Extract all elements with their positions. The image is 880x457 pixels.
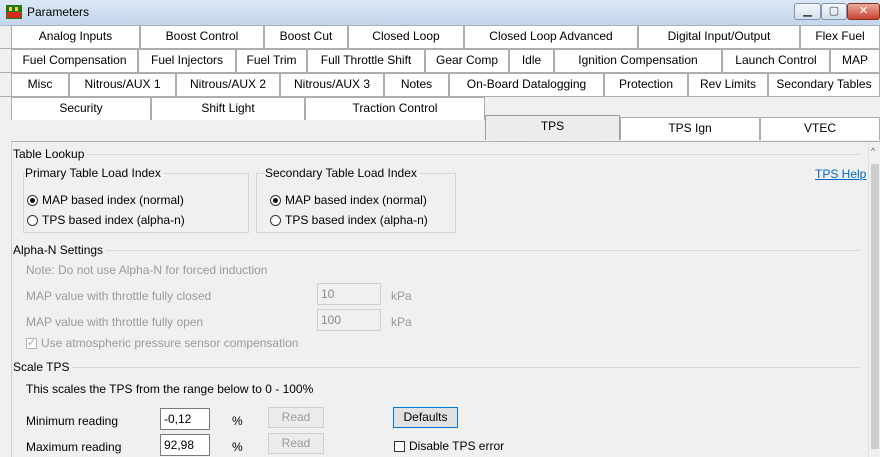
tab-boost-cut[interactable]: Boost Cut (264, 25, 348, 48)
radio-unselected-icon (27, 214, 38, 226)
secondary-load-index-title: Secondary Table Load Index (265, 166, 420, 180)
max-reading-input[interactable]: 92,98 (160, 434, 210, 456)
map-open-unit: kPa (391, 315, 412, 329)
checkbox-checked-icon (26, 336, 37, 349)
parameters-window: Parameters ▁ ▢ ✕ Analog Inputs Boost Con… (0, 0, 880, 457)
alpha-n-title: Alpha-N Settings (13, 243, 107, 257)
window-title: Parameters (27, 5, 90, 19)
tab-row-3: Misc Nitrous/AUX 1 Nitrous/AUX 2 Nitrous… (0, 73, 880, 97)
minimize-button[interactable]: ▁ (794, 3, 821, 20)
scrollbar-thumb[interactable] (871, 164, 879, 449)
scale-tps-description: This scales the TPS from the range below… (26, 382, 314, 396)
tab-closed-loop-advanced[interactable]: Closed Loop Advanced (464, 25, 638, 48)
tab-shift-light[interactable]: Shift Light (151, 97, 305, 120)
min-reading-input[interactable]: -0,12 (160, 408, 210, 430)
tab-security[interactable]: Security (11, 97, 151, 120)
scale-tps-separator (12, 367, 860, 368)
table-lookup-title: Table Lookup (13, 147, 88, 161)
tab-traction-control[interactable]: Traction Control (305, 97, 485, 120)
tab-analog-inputs[interactable]: Analog Inputs (11, 25, 140, 48)
close-icon: ✕ (858, 5, 869, 17)
tab-full-throttle-shift[interactable]: Full Throttle Shift (307, 49, 425, 72)
tab-flex-fuel[interactable]: Flex Fuel (800, 25, 880, 48)
maximize-icon: ▢ (828, 5, 840, 17)
secondary-map-radio[interactable]: MAP based index (normal) (270, 193, 427, 207)
checkbox-unchecked-icon (394, 440, 405, 452)
map-open-input[interactable]: 100 (317, 309, 381, 331)
tab-launch-control[interactable]: Launch Control (722, 49, 830, 72)
tab-nitrous-aux-3[interactable]: Nitrous/AUX 3 (280, 73, 384, 96)
max-reading-unit: % (232, 440, 243, 454)
tab-ignition-compensation[interactable]: Ignition Compensation (554, 49, 722, 72)
tab-row-4: Security Shift Light Traction Control TP… (0, 97, 880, 141)
vertical-scrollbar[interactable]: ^ (868, 142, 880, 457)
minimize-icon: ▁ (803, 5, 812, 17)
tab-secondary-tables[interactable]: Secondary Tables (768, 73, 880, 96)
tps-help-link[interactable]: TPS Help (815, 167, 866, 181)
tab-row-1: Analog Inputs Boost Control Boost Cut Cl… (0, 25, 880, 49)
radio-selected-icon (270, 194, 281, 206)
tps-settings-panel: Table Lookup TPS Help Primary Table Load… (11, 142, 870, 457)
radio-selected-icon (27, 194, 38, 206)
read-max-button[interactable]: Read (268, 433, 324, 454)
tab-map[interactable]: MAP (830, 49, 880, 72)
alpha-n-separator (12, 250, 860, 251)
tab-on-board-datalogging[interactable]: On-Board Datalogging (449, 73, 604, 96)
tab-boost-control[interactable]: Boost Control (140, 25, 264, 48)
map-closed-unit: kPa (391, 289, 412, 303)
secondary-tps-radio[interactable]: TPS based index (alpha-n) (270, 213, 428, 227)
atm-compensation-checkbox[interactable]: Use atmospheric pressure sensor compensa… (26, 336, 298, 350)
tab-protection[interactable]: Protection (604, 73, 688, 96)
map-open-label: MAP value with throttle fully open (26, 315, 204, 329)
primary-load-index-title: Primary Table Load Index (25, 166, 164, 180)
primary-map-label: MAP based index (normal) (42, 193, 184, 207)
tab-gear-comp[interactable]: Gear Comp (425, 49, 509, 72)
maximize-button[interactable]: ▢ (821, 3, 847, 20)
map-closed-label: MAP value with throttle fully closed (26, 289, 212, 303)
read-min-button[interactable]: Read (268, 407, 324, 428)
tab-notes[interactable]: Notes (384, 73, 449, 96)
tab-nitrous-aux-2[interactable]: Nitrous/AUX 2 (176, 73, 280, 96)
primary-tps-label: TPS based index (alpha-n) (42, 213, 185, 227)
tab-tps[interactable]: TPS (485, 115, 620, 140)
close-button[interactable]: ✕ (847, 3, 880, 20)
primary-tps-radio[interactable]: TPS based index (alpha-n) (27, 213, 185, 227)
tab-fuel-injectors[interactable]: Fuel Injectors (138, 49, 236, 72)
tab-row-2: Fuel Compensation Fuel Injectors Fuel Tr… (0, 49, 880, 73)
atm-compensation-label: Use atmospheric pressure sensor compensa… (41, 336, 299, 350)
tab-fuel-trim[interactable]: Fuel Trim (236, 49, 307, 72)
defaults-button[interactable]: Defaults (393, 407, 458, 428)
primary-map-radio[interactable]: MAP based index (normal) (27, 193, 184, 207)
disable-tps-error-label: Disable TPS error (409, 439, 505, 453)
secondary-tps-label: TPS based index (alpha-n) (285, 213, 428, 227)
scroll-up-arrow-icon[interactable]: ^ (871, 146, 875, 156)
title-bar[interactable]: Parameters ▁ ▢ ✕ (0, 0, 880, 26)
max-reading-label: Maximum reading (26, 440, 122, 454)
tab-nitrous-aux-1[interactable]: Nitrous/AUX 1 (69, 73, 176, 96)
scale-tps-title: Scale TPS (13, 360, 73, 374)
table-lookup-separator (12, 154, 860, 155)
tab-vtec[interactable]: VTEC (760, 117, 880, 140)
tab-idle[interactable]: Idle (509, 49, 554, 72)
min-reading-label: Minimum reading (26, 414, 119, 428)
min-reading-unit: % (232, 414, 243, 428)
alpha-n-note: Note: Do not use Alpha-N for forced indu… (26, 263, 268, 277)
tab-rev-limits[interactable]: Rev Limits (688, 73, 768, 96)
map-closed-input[interactable]: 10 (317, 283, 381, 305)
secondary-map-label: MAP based index (normal) (285, 193, 427, 207)
disable-tps-error-checkbox[interactable]: Disable TPS error (394, 439, 504, 453)
tab-fuel-compensation[interactable]: Fuel Compensation (11, 49, 138, 72)
tab-misc[interactable]: Misc (11, 73, 69, 96)
app-icon (6, 5, 22, 19)
tab-closed-loop[interactable]: Closed Loop (348, 25, 464, 48)
tab-tps-ign[interactable]: TPS Ign (620, 117, 760, 140)
tab-digital-input-output[interactable]: Digital Input/Output (638, 25, 800, 48)
radio-unselected-icon (270, 214, 281, 226)
